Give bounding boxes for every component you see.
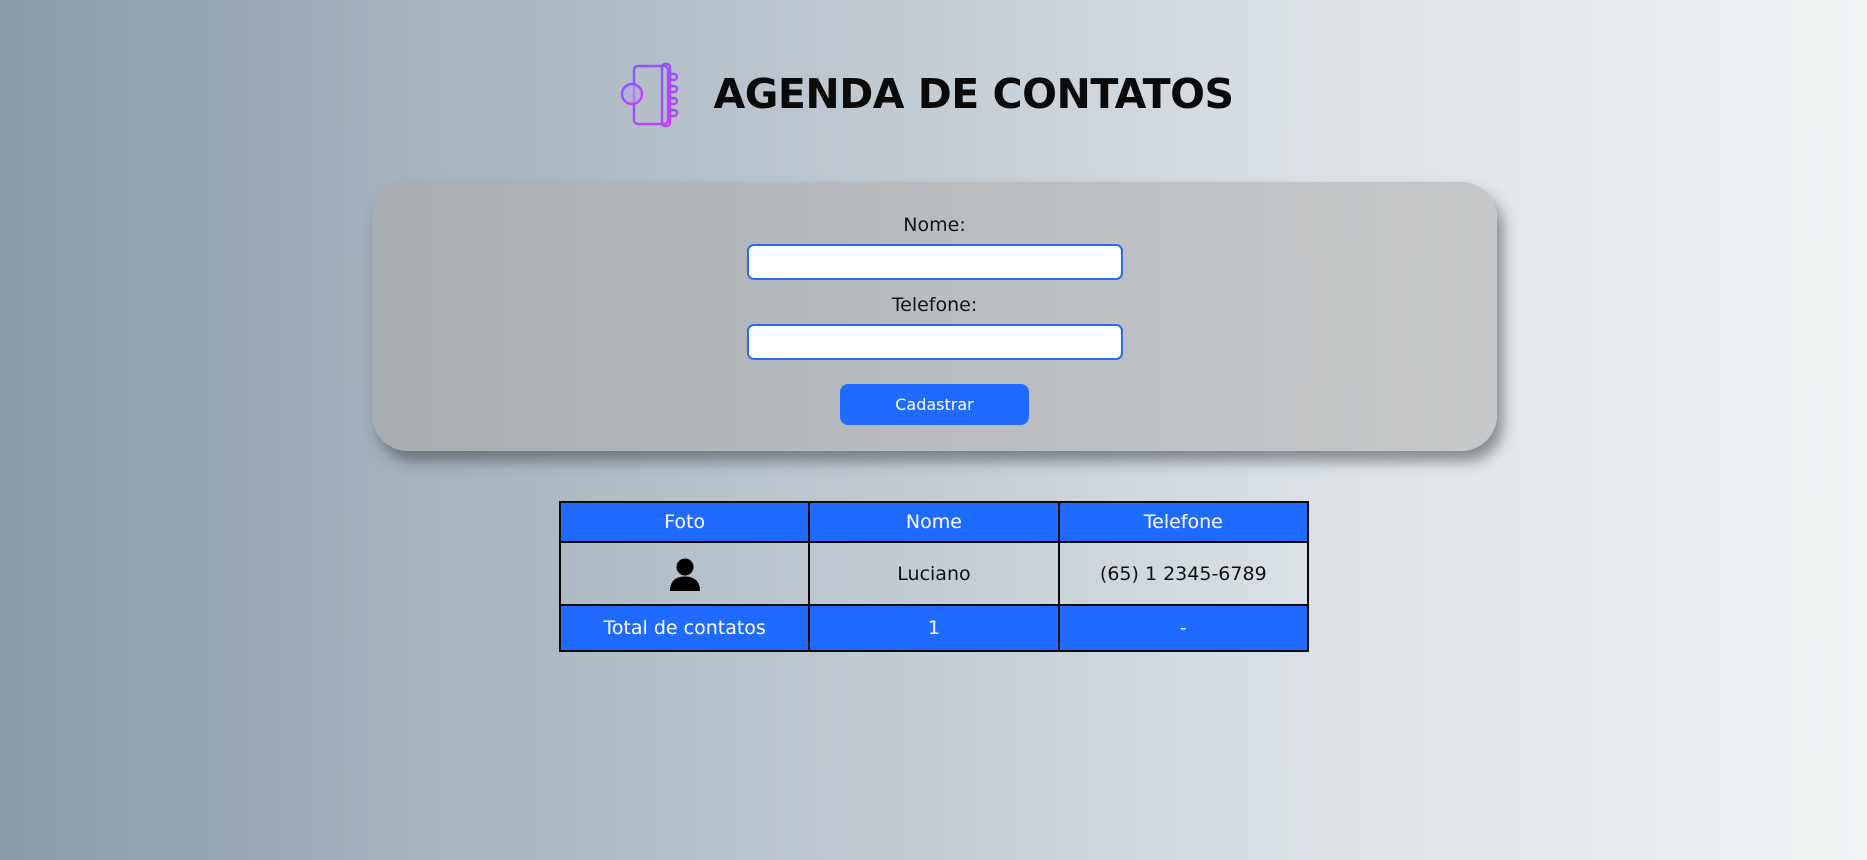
- address-book-icon: [620, 62, 678, 128]
- page-header: AGENDA DE CONTATOS: [0, 56, 1867, 132]
- column-header-photo: Foto: [558, 501, 811, 543]
- photo-cell: [558, 541, 811, 606]
- column-header-phone: Telefone: [1057, 501, 1310, 543]
- contacts-table: Foto Nome Telefone Luciano (65) 1 2345-6…: [558, 501, 1310, 652]
- contact-form: Nome: Telefone: Cadastrar: [372, 182, 1497, 451]
- user-silhouette-icon: [669, 558, 700, 591]
- table-row: Luciano (65) 1 2345-6789: [558, 541, 1310, 606]
- total-contacts-count: 1: [808, 604, 1060, 652]
- footer-placeholder: -: [1057, 604, 1310, 652]
- name-input[interactable]: [747, 244, 1123, 280]
- table-footer-row: Total de contatos 1 -: [558, 604, 1310, 652]
- phone-input[interactable]: [747, 324, 1123, 360]
- contact-name-cell: Luciano: [808, 541, 1060, 606]
- total-contacts-label: Total de contatos: [558, 604, 811, 652]
- page-title: AGENDA DE CONTATOS: [713, 70, 1235, 118]
- submit-button[interactable]: Cadastrar: [840, 384, 1029, 425]
- contact-phone-cell: (65) 1 2345-6789: [1057, 541, 1310, 606]
- phone-label: Telefone:: [891, 294, 978, 316]
- table-header-row: Foto Nome Telefone: [558, 501, 1310, 543]
- name-label: Nome:: [903, 214, 966, 236]
- column-header-name: Nome: [808, 501, 1060, 543]
